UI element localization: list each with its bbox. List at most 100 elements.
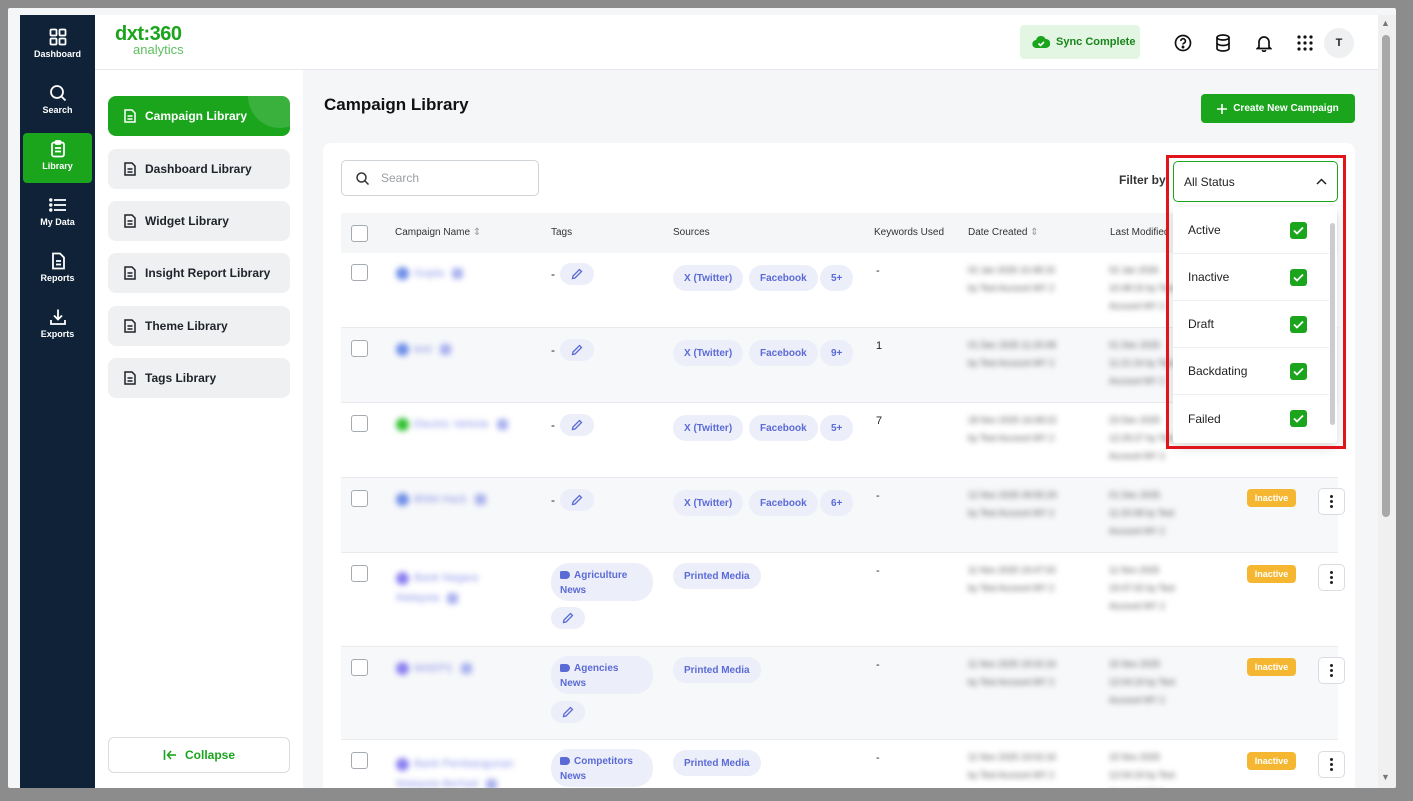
keywords-used: 7: [876, 415, 883, 427]
row-actions-button[interactable]: [1318, 488, 1345, 515]
status-badge: Inactive: [1247, 752, 1296, 770]
date-created-redacted: 18 Nov 2025 16:08:22 by Test Account MY 2: [968, 415, 1057, 443]
row-checkbox[interactable]: [351, 415, 368, 432]
menu-item-insight-report-library[interactable]: Insight Report Library: [108, 253, 290, 293]
rail-item-dashboard[interactable]: Dashboard: [23, 21, 92, 71]
keywords-used: -: [876, 659, 880, 671]
status-badge: Inactive: [1247, 658, 1296, 676]
select-all-checkbox[interactable]: [351, 225, 368, 242]
campaign-name-redacted[interactable]: BNM Hack: [396, 493, 486, 506]
tag-chip[interactable]: Agriculture News: [551, 563, 653, 601]
row-checkbox[interactable]: [351, 659, 368, 676]
avatar[interactable]: T: [1324, 28, 1354, 58]
row-actions-button[interactable]: [1318, 657, 1345, 684]
page-scrollbar[interactable]: ▲ ▼: [1378, 15, 1396, 788]
table-row[interactable]: MAEPS Agencies News Printed Media - 11 N…: [341, 647, 1345, 740]
campaign-name-redacted[interactable]: Bank Negara Malaysia: [396, 568, 478, 608]
scroll-down-arrow-icon[interactable]: ▼: [1381, 772, 1390, 782]
source-chip: Facebook: [749, 415, 818, 441]
create-campaign-button[interactable]: Create New Campaign: [1201, 94, 1355, 123]
menu-item-label: Dashboard Library: [145, 162, 252, 176]
row-actions-button[interactable]: [1318, 564, 1345, 591]
tag-icon: [560, 757, 570, 765]
source-chip: X (Twitter): [673, 265, 744, 291]
sync-status-button[interactable]: Sync Complete: [1020, 25, 1140, 59]
edit-tags-button[interactable]: [560, 339, 594, 361]
edit-tags-button[interactable]: [560, 489, 594, 511]
keywords-used: 1: [876, 340, 883, 352]
tag-chip[interactable]: Agencies News: [551, 656, 653, 694]
campaign-name-redacted[interactable]: test: [396, 343, 451, 356]
menu-item-dashboard-library[interactable]: Dashboard Library: [108, 149, 290, 189]
menu-item-label: Insight Report Library: [145, 266, 271, 280]
source-more-chip[interactable]: 6+: [820, 490, 854, 516]
menu-item-widget-library[interactable]: Widget Library: [108, 201, 290, 241]
edit-tags-button[interactable]: [560, 414, 594, 436]
campaign-name-redacted[interactable]: Electric Vehicle: [396, 418, 508, 431]
search-icon: [356, 171, 369, 185]
scrollbar-thumb[interactable]: [1382, 35, 1390, 517]
edit-tags-button[interactable]: [560, 263, 594, 285]
menu-item-theme-library[interactable]: Theme Library: [108, 306, 290, 346]
page-title: Campaign Library: [324, 95, 469, 114]
rail-item-my-data[interactable]: My Data: [23, 189, 92, 239]
row-checkbox[interactable]: [351, 752, 368, 769]
table-row[interactable]: Bank Negara Malaysia Agriculture News Pri…: [341, 553, 1345, 647]
search-box[interactable]: [341, 160, 539, 196]
menu-item-campaign-library[interactable]: Campaign Library: [108, 96, 290, 136]
source-chip: Facebook: [749, 490, 818, 516]
rail-item-search[interactable]: Search: [23, 77, 92, 127]
column-header-campaign-name[interactable]: Campaign Name ⇕: [395, 227, 481, 238]
table-row[interactable]: Bank Pembangunan Malaysia Berhad Competit…: [341, 740, 1345, 788]
document-icon: [124, 162, 136, 176]
date-created-redacted: 11 Nov 2025 19:47:02 by Test Account MY 2: [968, 565, 1056, 593]
table-row[interactable]: BNM Hack - X (Twitter) Facebook 6+ - 12 …: [341, 478, 1345, 553]
row-checkbox[interactable]: [351, 340, 368, 357]
edit-tags-button[interactable]: [551, 701, 585, 723]
cloud-check-icon: [1032, 35, 1050, 49]
column-header-date-created[interactable]: Date Created ⇕: [968, 227, 1039, 238]
rail-label: Exports: [40, 329, 75, 339]
source-more-chip[interactable]: 9+: [820, 340, 854, 366]
rail-item-library[interactable]: Library: [23, 133, 92, 183]
row-checkbox[interactable]: [351, 264, 368, 281]
edit-tags-button[interactable]: [551, 607, 585, 629]
rail-label: Dashboard: [33, 49, 81, 59]
database-icon[interactable]: [1212, 32, 1234, 54]
row-checkbox[interactable]: [351, 490, 368, 507]
campaign-name-redacted[interactable]: Bank Pembangunan Malaysia Berhad: [396, 754, 514, 788]
tag-chip[interactable]: Competitors News: [551, 749, 653, 787]
menu-item-tags-library[interactable]: Tags Library: [108, 358, 290, 398]
logo[interactable]: dxt:360 analytics: [115, 24, 184, 56]
menu-item-label: Theme Library: [145, 319, 228, 333]
last-modified-redacted: 15 Nov 202512:04:19 by TestAccount MY 2: [1109, 659, 1175, 705]
campaign-name-redacted[interactable]: Gupta: [396, 267, 463, 280]
bell-icon[interactable]: [1253, 32, 1275, 54]
document-icon: [124, 371, 136, 385]
collapse-button[interactable]: Collapse: [108, 737, 290, 773]
rail-item-exports[interactable]: Exports: [23, 301, 92, 351]
search-icon: [49, 85, 66, 102]
apps-grid-icon[interactable]: [1294, 32, 1316, 54]
pencil-icon: [571, 419, 583, 431]
pencil-icon: [562, 706, 574, 718]
create-campaign-label: Create New Campaign: [1233, 103, 1339, 114]
campaign-name-redacted[interactable]: MAEPS: [396, 662, 472, 675]
keywords-used: -: [876, 265, 880, 277]
row-checkbox[interactable]: [351, 565, 368, 582]
source-more-chip[interactable]: 5+: [820, 415, 854, 441]
source-more-chip[interactable]: 5+: [820, 265, 854, 291]
help-icon[interactable]: [1172, 32, 1194, 54]
menu-item-label: Tags Library: [145, 371, 217, 385]
app-window: Dashboard Search Library My Data Reports…: [8, 8, 1396, 788]
report-icon: [51, 252, 65, 270]
keywords-used: -: [876, 752, 880, 764]
rail-item-reports[interactable]: Reports: [23, 245, 92, 295]
date-created-redacted: 12 Nov 2025 09:55:29 by Test Account MY 2: [968, 490, 1057, 518]
tags-empty: -: [551, 493, 555, 507]
scroll-up-arrow-icon[interactable]: ▲: [1381, 18, 1390, 28]
menu-item-label: Campaign Library: [145, 109, 248, 123]
search-input[interactable]: [381, 171, 521, 185]
pencil-icon: [571, 344, 583, 356]
row-actions-button[interactable]: [1318, 751, 1345, 778]
